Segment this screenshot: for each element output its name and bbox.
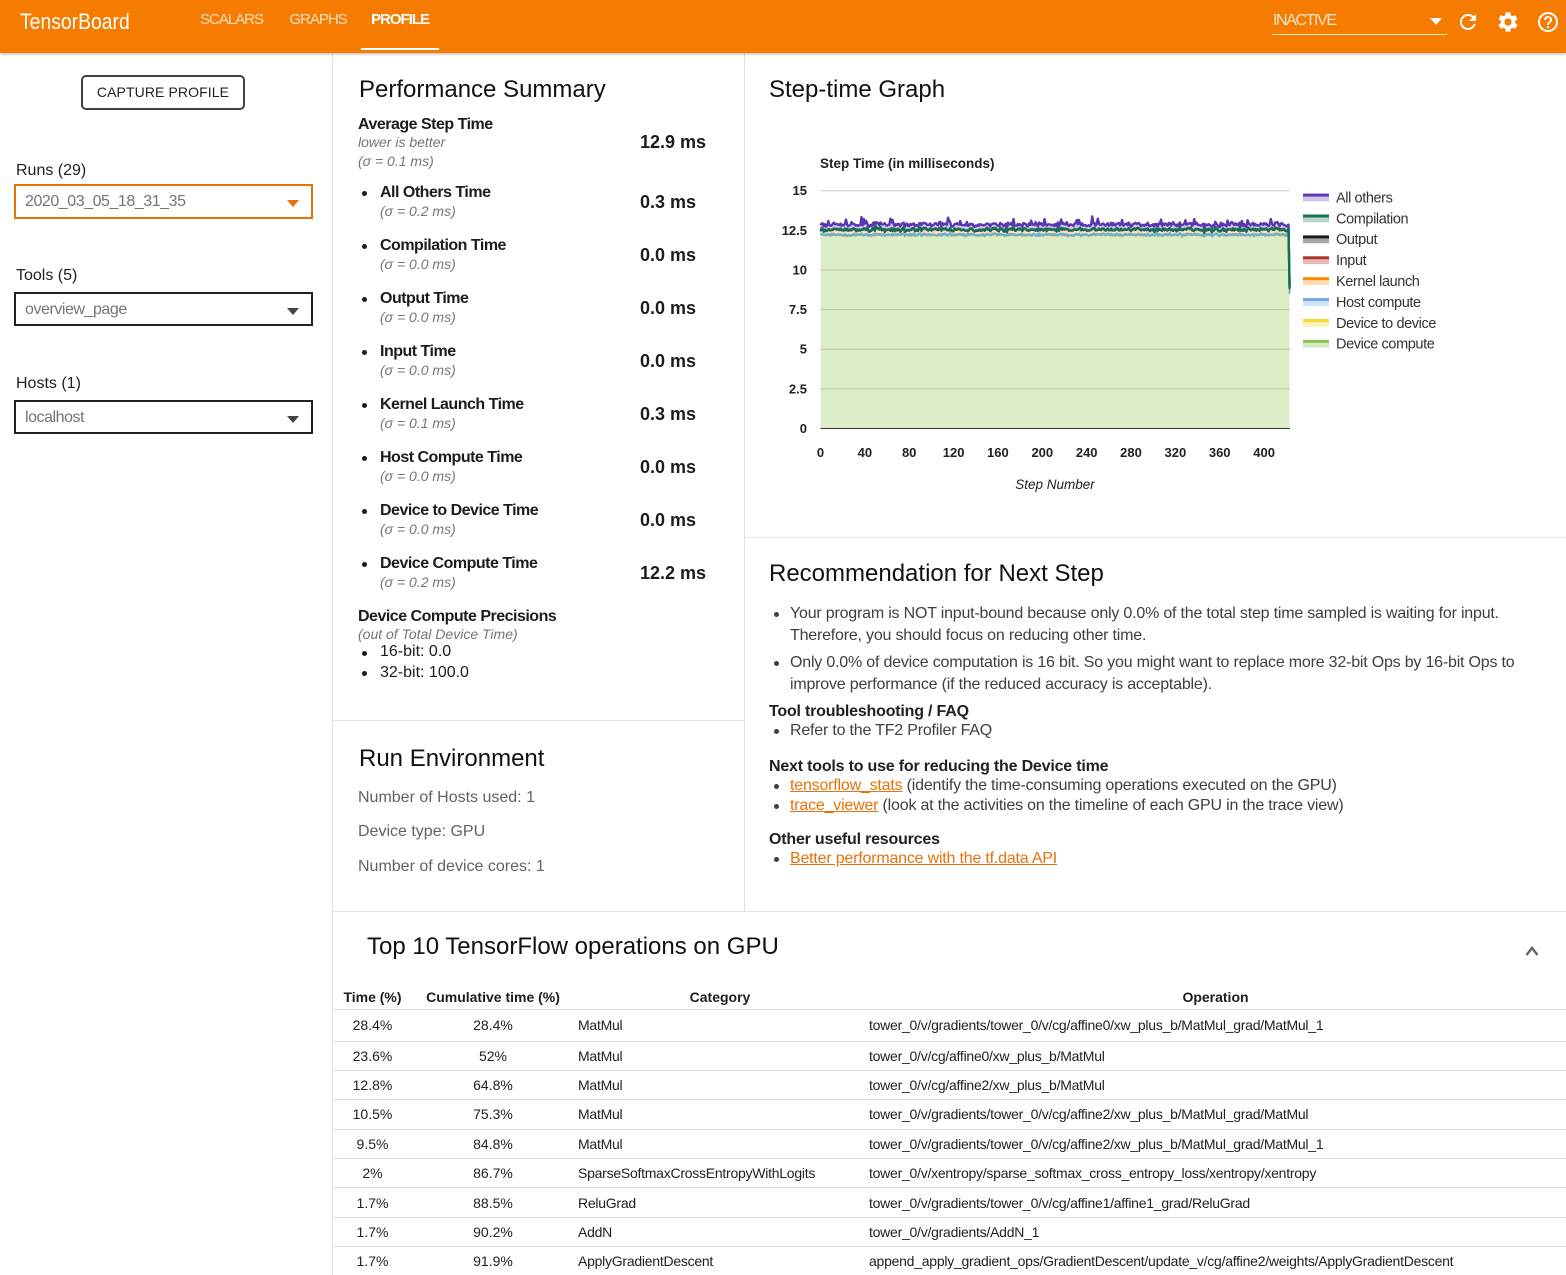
svg-text:40: 40 xyxy=(858,445,872,460)
svg-text:7.5: 7.5 xyxy=(789,302,807,317)
svg-text:320: 320 xyxy=(1165,445,1187,460)
svg-text:Step Number: Step Number xyxy=(1015,477,1095,492)
svg-text:80: 80 xyxy=(902,445,916,460)
svg-text:Device compute: Device compute xyxy=(1336,337,1435,353)
svg-text:2.5: 2.5 xyxy=(789,381,807,396)
svg-text:160: 160 xyxy=(987,445,1009,460)
svg-text:Output: Output xyxy=(1336,232,1377,248)
svg-text:All others: All others xyxy=(1336,190,1393,206)
svg-text:360: 360 xyxy=(1209,445,1231,460)
svg-text:120: 120 xyxy=(943,445,965,460)
svg-text:280: 280 xyxy=(1120,445,1142,460)
svg-text:Host compute: Host compute xyxy=(1336,295,1421,311)
svg-text:12.5: 12.5 xyxy=(782,223,807,238)
svg-text:240: 240 xyxy=(1076,445,1098,460)
svg-text:15: 15 xyxy=(793,183,807,198)
svg-text:5: 5 xyxy=(800,342,807,357)
svg-text:Input: Input xyxy=(1336,253,1367,269)
svg-text:10: 10 xyxy=(793,263,807,278)
svg-text:0: 0 xyxy=(817,445,824,460)
svg-text:400: 400 xyxy=(1253,445,1275,460)
svg-text:0: 0 xyxy=(800,421,807,436)
svg-text:Compilation: Compilation xyxy=(1336,211,1408,227)
svg-text:Kernel launch: Kernel launch xyxy=(1336,274,1420,290)
svg-text:Device to device: Device to device xyxy=(1336,316,1436,332)
svg-text:Step Time (in milliseconds): Step Time (in milliseconds) xyxy=(820,156,995,171)
svg-text:200: 200 xyxy=(1031,445,1053,460)
